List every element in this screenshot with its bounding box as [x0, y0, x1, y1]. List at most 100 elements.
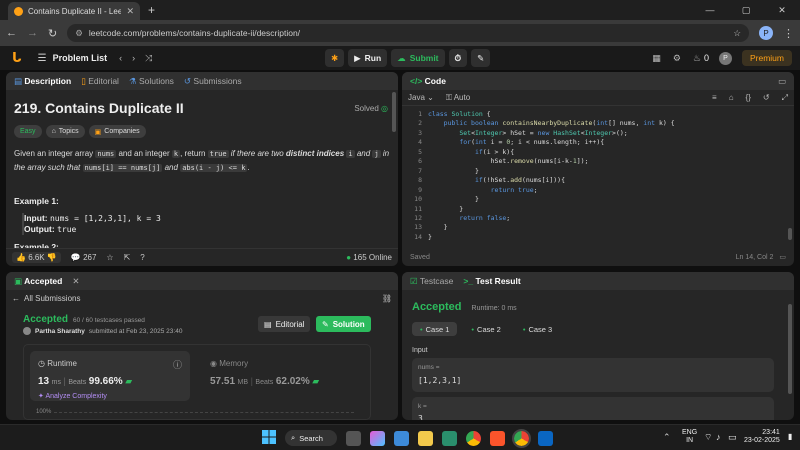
reset-icon[interactable]: ↺: [763, 93, 770, 102]
shuffle-icon[interactable]: ⤨: [145, 53, 152, 64]
code-tab[interactable]: </> Code: [410, 76, 446, 86]
input-label: Input: [412, 347, 428, 354]
bookmark-star-icon[interactable]: ☆: [733, 28, 741, 39]
testcase-tab[interactable]: ☑ Testcase: [410, 276, 453, 287]
tray-chevron-icon[interactable]: ⌃: [663, 432, 671, 443]
next-problem-icon[interactable]: ›: [132, 53, 135, 63]
leetcode-toolbar: ᒐ ☰ Problem List ‹ › ⤨ ✱ ▶ Run ☁ Submit ⏱ …: [0, 46, 800, 70]
browser-tab[interactable]: Contains Duplicate II - LeetCode ✕: [8, 2, 140, 20]
code-editor[interactable]: class Solution { public boolean contains…: [428, 110, 675, 242]
description-panel: ▤ Description ▯ Editorial ⚗ Solutions ↺ …: [6, 72, 398, 266]
case-3-tab[interactable]: • Case 3: [515, 322, 560, 336]
link-icon[interactable]: ⛓: [382, 294, 392, 303]
taskbar-search[interactable]: ⌕ Search: [285, 430, 337, 446]
favorite-star-icon[interactable]: ☆: [106, 253, 113, 262]
window-close-icon[interactable]: ✕: [764, 5, 800, 16]
problem-description: Given an integer array nums and an integ…: [14, 149, 390, 172]
fullscreen-icon[interactable]: ⤢: [782, 93, 788, 103]
online-indicator: ● 165 Online: [346, 253, 392, 262]
language-select[interactable]: Java ⌄: [408, 93, 434, 102]
accepted-tab[interactable]: ▣ Accepted: [14, 276, 62, 287]
solution-button[interactable]: ✎ Solution: [316, 316, 371, 332]
photos-icon[interactable]: [442, 430, 457, 446]
clock[interactable]: 23:41 23-02-2025: [744, 429, 780, 445]
battery-icon[interactable]: ▭: [728, 432, 737, 443]
chip-icon: ◉: [210, 359, 217, 368]
reload-icon[interactable]: ↻: [48, 27, 57, 40]
run-button[interactable]: ▶ Run: [348, 49, 388, 67]
premium-button[interactable]: Premium: [741, 50, 792, 66]
tab-solutions[interactable]: ⚗ Solutions: [129, 76, 174, 87]
result-scrollbar[interactable]: [788, 294, 792, 414]
all-submissions-link[interactable]: All Submissions: [24, 294, 80, 303]
test-result-tab[interactable]: >_ Test Result: [463, 276, 520, 286]
timer-icon[interactable]: ⏱: [448, 49, 468, 67]
problem-list-link[interactable]: Problem List: [53, 53, 108, 63]
task-view-icon[interactable]: [346, 430, 361, 446]
profile-avatar[interactable]: P: [759, 26, 773, 40]
minimize-panel-icon[interactable]: ▭: [778, 76, 786, 87]
forward-icon[interactable]: →: [27, 27, 38, 39]
expand-icon[interactable]: ▭: [779, 253, 786, 261]
language-indicator[interactable]: ENG IN: [682, 429, 697, 445]
copilot-icon[interactable]: [370, 430, 385, 446]
share-icon[interactable]: ⇱: [124, 253, 131, 262]
editorial-button[interactable]: ▤ Editorial: [258, 316, 311, 332]
volume-icon[interactable]: ♪: [716, 432, 721, 442]
user-avatar[interactable]: P: [718, 51, 732, 65]
test-result-header: ☑ Testcase >_ Test Result: [402, 272, 794, 290]
case-1-tab[interactable]: • Case 1: [412, 322, 458, 336]
minimize-icon[interactable]: —: [692, 5, 728, 15]
notes-icon[interactable]: ✎: [471, 49, 491, 67]
memory-stats[interactable]: 57.51 MB | Beats 62.02% ▰: [210, 376, 319, 387]
close-tab-icon[interactable]: ✕: [72, 276, 79, 287]
submit-button[interactable]: ☁ Submit: [391, 49, 445, 67]
settings-icon[interactable]: ⚙: [673, 53, 681, 64]
comments-button[interactable]: 💬 267: [71, 253, 97, 262]
wifi-icon[interactable]: ⌔: [704, 432, 712, 443]
problem-list-icon: ☰: [37, 52, 47, 64]
braces-icon[interactable]: {}: [746, 93, 751, 102]
url-input[interactable]: ⚙ leetcode.com/problems/contains-duplica…: [67, 24, 749, 42]
linkedin-icon[interactable]: [538, 430, 553, 446]
code-scrollbar[interactable]: [788, 108, 792, 248]
chrome-active-icon[interactable]: [512, 428, 531, 448]
bookmark-icon[interactable]: ⌂: [729, 93, 734, 102]
streak-fire-icon[interactable]: ♨: [693, 53, 701, 64]
maximize-icon[interactable]: ▢: [728, 5, 764, 16]
tab-editorial[interactable]: ▯ Editorial: [81, 76, 119, 87]
info-icon: ⓘ: [172, 360, 182, 370]
debug-button[interactable]: ✱: [325, 49, 345, 67]
tab-description[interactable]: ▤ Description: [14, 76, 71, 87]
file-explorer-icon[interactable]: [418, 430, 433, 446]
brave-icon[interactable]: [490, 430, 505, 446]
close-icon[interactable]: ✕: [126, 6, 134, 17]
back-arrow-icon[interactable]: ←: [12, 294, 20, 303]
format-icon[interactable]: ≡: [712, 93, 717, 102]
companies-chip[interactable]: ▣ Companies: [88, 125, 146, 138]
runtime-card[interactable]: ◷ Runtime ⓘ 13 ms | Beats 99.66% ▰ ✦ Ana…: [30, 351, 190, 401]
description-icon: ▤: [14, 75, 23, 86]
windows-start-icon[interactable]: [262, 430, 276, 446]
browser-menu-icon[interactable]: ⋮: [783, 27, 794, 40]
case-2-tab[interactable]: • Case 2: [463, 322, 508, 336]
new-tab-icon[interactable]: +: [148, 3, 155, 17]
widgets-icon[interactable]: [394, 430, 409, 446]
auto-toggle[interactable]: ⚿ Auto: [446, 93, 470, 103]
accepted-icon: ▣: [14, 275, 23, 286]
like-button[interactable]: 👍 6.6K 👎: [12, 252, 61, 263]
tab-submissions[interactable]: ↺ Submissions: [184, 76, 242, 87]
submitter-avatar: [23, 327, 31, 335]
notification-bell-icon[interactable]: ▮: [788, 432, 792, 441]
site-info-icon[interactable]: ⚙: [75, 28, 83, 39]
topics-chip[interactable]: ⌂ Topics: [45, 125, 85, 138]
back-icon[interactable]: ←: [6, 27, 17, 39]
help-icon[interactable]: ?: [140, 253, 144, 262]
difficulty-badge[interactable]: Easy: [14, 125, 42, 138]
chrome-icon[interactable]: [466, 430, 481, 446]
description-scrollbar[interactable]: [392, 92, 396, 242]
leetcode-logo-icon[interactable]: ᒐ: [12, 50, 22, 66]
submitter-row: Partha Sharathy submitted at Feb 23, 202…: [23, 327, 182, 335]
layout-icon[interactable]: ▦: [652, 53, 661, 64]
prev-problem-icon[interactable]: ‹: [119, 53, 122, 63]
